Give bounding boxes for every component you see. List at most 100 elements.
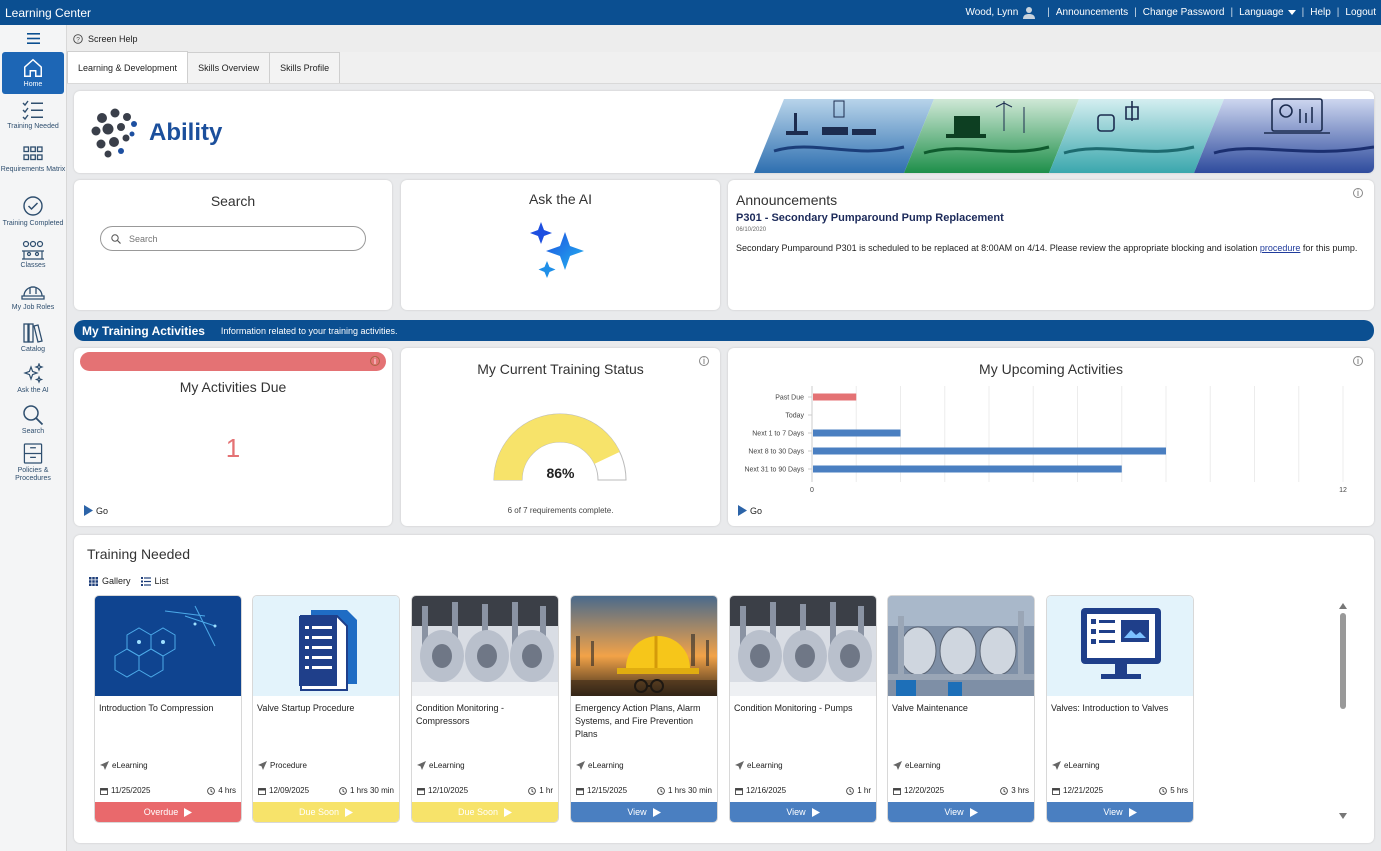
app-title: Learning Center bbox=[5, 5, 92, 20]
play-icon bbox=[969, 807, 978, 817]
training-card-view-button[interactable]: View bbox=[571, 802, 717, 822]
training-card-view-button[interactable]: View bbox=[730, 802, 876, 822]
compressor-image[interactable] bbox=[412, 596, 558, 696]
training-card-due-soon-button[interactable]: Due Soon bbox=[412, 802, 558, 822]
sidebar-item-requirements-matrix[interactable]: Requirements Matrix bbox=[0, 141, 66, 191]
info-icon[interactable]: i bbox=[1353, 188, 1363, 198]
user-avatar-icon[interactable] bbox=[1023, 6, 1036, 19]
gauge-percent-label: 86% bbox=[546, 465, 575, 481]
play-icon bbox=[84, 505, 93, 516]
info-icon[interactable]: i bbox=[370, 356, 380, 366]
training-card-due-date: 11/25/2025 bbox=[100, 786, 150, 795]
scroll-thumb[interactable] bbox=[1340, 613, 1346, 709]
training-card-view-button[interactable]: View bbox=[1047, 802, 1193, 822]
sidebar-item-search[interactable]: Search bbox=[0, 399, 66, 439]
training-card[interactable]: Condition Monitoring - Compressors eLearn… bbox=[411, 595, 559, 823]
banner: Ability bbox=[74, 91, 1374, 173]
ai-sparkle-icon[interactable] bbox=[529, 220, 591, 282]
hamburger-menu-icon[interactable] bbox=[0, 25, 66, 52]
sidebar-item-policies-procedures[interactable]: Policies & Procedures bbox=[0, 439, 66, 483]
announcements-card: Announcements i P301 - Secondary Pumparo… bbox=[728, 180, 1374, 310]
training-card-title[interactable]: Emergency Action Plans, Alarm Systems, a… bbox=[575, 702, 713, 741]
search-box[interactable] bbox=[100, 226, 366, 251]
scroll-up-icon[interactable] bbox=[1339, 603, 1347, 609]
announcement-body: Secondary Pumparound P301 is scheduled t… bbox=[736, 243, 1358, 253]
top-bar: Learning Center Wood, Lynn | Announcemen… bbox=[0, 0, 1381, 25]
training-card-due-date: 12/21/2025 bbox=[1052, 786, 1103, 795]
user-name[interactable]: Wood, Lynn bbox=[965, 7, 1018, 18]
training-card[interactable]: Emergency Action Plans, Alarm Systems, a… bbox=[570, 595, 718, 823]
tab-skills-profile[interactable]: Skills Profile bbox=[269, 52, 341, 83]
training-card-type: Procedure bbox=[258, 761, 307, 770]
x-tick-label: 0 bbox=[810, 487, 814, 494]
books-icon bbox=[23, 323, 43, 343]
change-password-link[interactable]: Change Password bbox=[1143, 7, 1225, 18]
bar[interactable] bbox=[813, 429, 901, 437]
training-card[interactable]: Valve Maintenance eLearning 12/20/2025 3 hr… bbox=[887, 595, 1035, 823]
gallery-view-button[interactable]: Gallery bbox=[89, 576, 131, 586]
procedure-link[interactable]: procedure bbox=[1260, 243, 1301, 253]
training-card[interactable]: Valve Startup Procedure Procedure 12/09/20… bbox=[252, 595, 400, 823]
training-card-title[interactable]: Condition Monitoring - Pumps bbox=[734, 702, 872, 715]
sidebar-item-ask-ai[interactable]: Ask the AI bbox=[0, 359, 66, 399]
compression-image[interactable] bbox=[95, 596, 241, 696]
training-card[interactable]: Introduction To Compression eLearning 11/2… bbox=[94, 595, 242, 823]
sidebar-item-catalog[interactable]: Catalog bbox=[0, 317, 66, 359]
training-card-view-button[interactable]: View bbox=[888, 802, 1034, 822]
training-card-due-soon-button[interactable]: Due Soon bbox=[253, 802, 399, 822]
info-icon[interactable]: i bbox=[699, 356, 709, 366]
help-link[interactable]: Help bbox=[1310, 7, 1331, 18]
upcoming-activities-card: My Upcoming Activities i Past Due Today Ne… bbox=[728, 348, 1374, 526]
sidebar-item-training-needed[interactable]: Training Needed bbox=[0, 94, 66, 141]
training-card[interactable]: Condition Monitoring - Pumps eLearning 12/… bbox=[729, 595, 877, 823]
chevron-down-icon[interactable] bbox=[1287, 10, 1296, 15]
training-card-duration: 3 hrs bbox=[1000, 786, 1029, 795]
training-needed-panel: Training Needed Gallery List Introductio… bbox=[74, 535, 1374, 843]
sidebar-item-classes[interactable]: Classes bbox=[0, 233, 66, 275]
announcement-date: 06/10/2020 bbox=[736, 227, 767, 233]
activities-due-count[interactable]: 1 bbox=[74, 433, 392, 464]
sidebar-item-home[interactable]: Home bbox=[2, 52, 64, 94]
training-card-title[interactable]: Valve Startup Procedure bbox=[257, 702, 395, 715]
tab-skills-overview[interactable]: Skills Overview bbox=[187, 52, 271, 83]
training-card-title[interactable]: Valve Maintenance bbox=[892, 702, 1030, 715]
training-card-title[interactable]: Introduction To Compression bbox=[99, 702, 237, 715]
grid-icon bbox=[89, 576, 98, 586]
y-tick-label: Next 31 to 90 Days bbox=[744, 467, 804, 474]
upcoming-go-button[interactable]: Go bbox=[738, 505, 762, 516]
sidebar-item-my-job-roles[interactable]: My Job Roles bbox=[0, 275, 66, 317]
training-status-title: My Current Training Status bbox=[477, 361, 644, 377]
bar[interactable] bbox=[813, 447, 1166, 455]
training-card-title[interactable]: Condition Monitoring - Compressors bbox=[416, 702, 554, 728]
document-image[interactable] bbox=[253, 596, 399, 696]
compressor-image[interactable] bbox=[730, 596, 876, 696]
training-card-overdue-button[interactable]: Overdue bbox=[95, 802, 241, 822]
ask-ai-title: Ask the AI bbox=[528, 191, 593, 207]
scroll-down-icon[interactable] bbox=[1339, 813, 1347, 819]
training-card[interactable]: Valves: Introduction to Valves eLearning 1… bbox=[1046, 595, 1194, 823]
check-circle-icon bbox=[23, 196, 43, 216]
play-icon bbox=[345, 807, 354, 817]
plant-image[interactable] bbox=[888, 596, 1034, 696]
hard-hat-image[interactable] bbox=[571, 596, 717, 696]
tab-learning-development[interactable]: Learning & Development bbox=[67, 51, 189, 83]
screen-help-link[interactable]: Screen Help bbox=[88, 34, 138, 44]
activities-go-button[interactable]: Go bbox=[84, 505, 108, 516]
ask-ai-card[interactable]: Ask the AI bbox=[401, 180, 720, 310]
logout-link[interactable]: Logout bbox=[1345, 7, 1376, 18]
bar[interactable] bbox=[813, 465, 1122, 473]
list-view-button[interactable]: List bbox=[140, 576, 169, 586]
monitor-image[interactable] bbox=[1047, 596, 1193, 696]
grid-icon bbox=[23, 146, 43, 161]
help-circle-icon[interactable]: ? bbox=[73, 33, 83, 44]
sidebar-item-training-completed[interactable]: Training Completed bbox=[0, 191, 66, 233]
search-input[interactable] bbox=[129, 233, 329, 244]
announcements-link[interactable]: Announcements bbox=[1056, 7, 1128, 18]
language-menu[interactable]: Language bbox=[1239, 7, 1284, 18]
search-card-title: Search bbox=[210, 193, 256, 209]
bar[interactable] bbox=[813, 393, 857, 401]
calendar-icon bbox=[258, 787, 266, 795]
clock-icon bbox=[846, 786, 855, 795]
training-card-title[interactable]: Valves: Introduction to Valves bbox=[1051, 702, 1189, 715]
vertical-scrollbar[interactable] bbox=[1338, 601, 1348, 821]
